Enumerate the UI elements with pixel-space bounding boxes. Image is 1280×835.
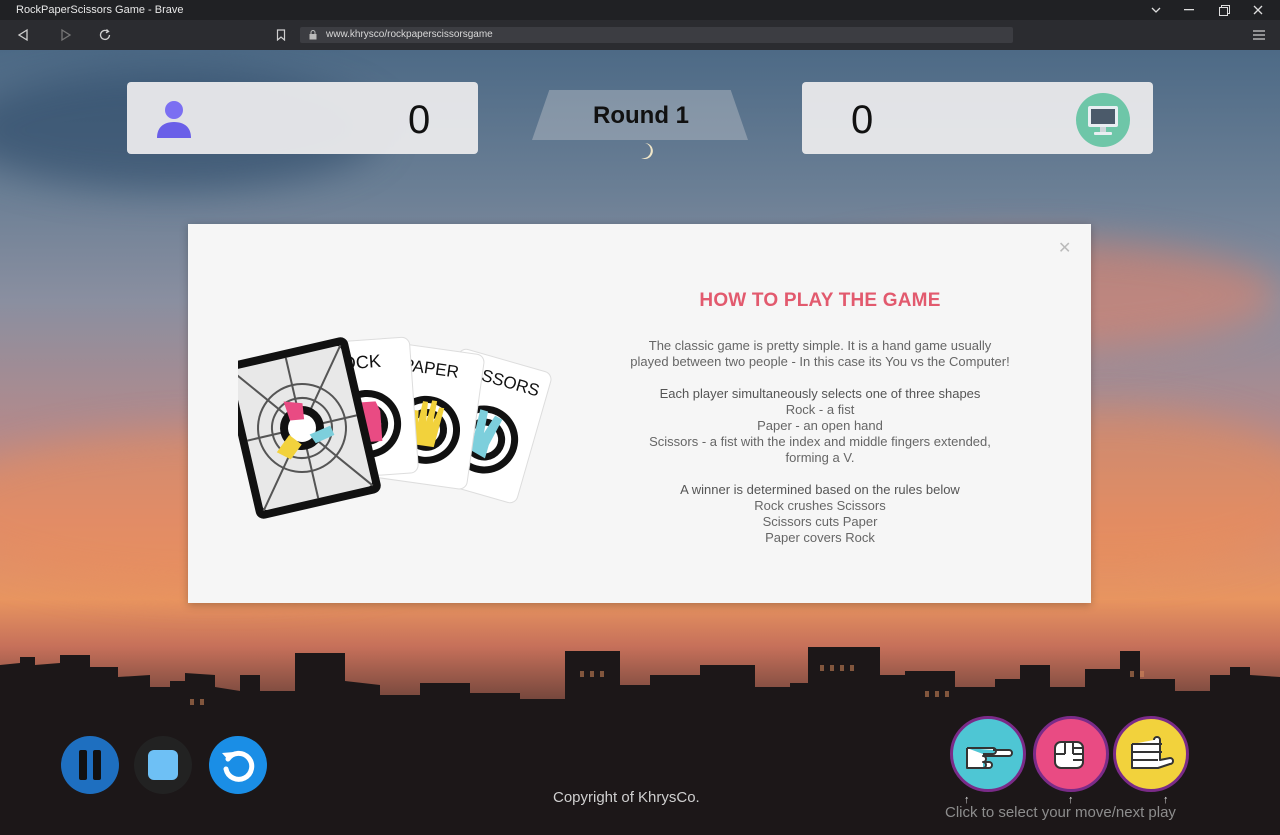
paper-move-button[interactable] xyxy=(1113,716,1189,792)
pause-button[interactable] xyxy=(61,736,119,794)
restart-icon xyxy=(222,750,255,782)
window-title: RockPaperScissors Game - Brave xyxy=(16,4,184,16)
rule-rock: Rock crushes Scissors xyxy=(754,498,886,513)
restart-button[interactable] xyxy=(209,736,267,794)
how-to-play-body: The classic game is pretty simple. It is… xyxy=(628,338,1012,546)
game-page: 0 Round 1 0 ✕ SSORS PAPER ROCK HOW TO PL… xyxy=(0,50,1280,835)
how-to-play-title: HOW TO PLAY THE GAME xyxy=(699,290,941,311)
menu-icon[interactable] xyxy=(1248,24,1270,46)
close-modal-icon[interactable]: ✕ xyxy=(1058,238,1071,258)
pause-icon xyxy=(79,750,101,780)
paper-hand-icon xyxy=(1131,736,1174,769)
computer-score: 0 xyxy=(851,98,874,142)
move-hint: Click to select your move/next play xyxy=(945,804,1176,821)
reload-icon[interactable] xyxy=(94,24,116,46)
restore-icon[interactable] xyxy=(1207,0,1241,20)
rps-cards-illustration: SSORS PAPER ROCK xyxy=(238,336,552,519)
url-text: www.khrysco/rockpaperscissorsgame xyxy=(326,29,493,40)
bookmark-icon[interactable] xyxy=(270,24,292,46)
shape-rock: Rock - a fist xyxy=(785,402,855,417)
window-titlebar: RockPaperScissors Game - Brave xyxy=(0,0,1280,20)
shape-paper: Paper - an open hand xyxy=(757,418,883,433)
minimize-icon[interactable] xyxy=(1172,0,1206,20)
shapes-heading: Each player simultaneously selects one o… xyxy=(659,386,981,401)
lock-icon xyxy=(309,30,317,40)
rules-heading: A winner is determined based on the rule… xyxy=(680,482,960,497)
scissors-hand-icon xyxy=(966,747,1013,769)
crescent-moon-icon xyxy=(641,143,653,159)
rock-move-button[interactable] xyxy=(1033,716,1109,792)
scissors-move-button[interactable] xyxy=(950,716,1026,792)
rock-fist-icon xyxy=(1054,741,1084,769)
computer-avatar-icon xyxy=(1076,93,1130,147)
computer-scorebox: 0 xyxy=(802,82,1153,154)
copyright-text: Copyright of KhrysCo. xyxy=(553,789,700,806)
browser-toolbar: www.khrysco/rockpaperscissorsgame xyxy=(0,20,1280,50)
forward-icon[interactable] xyxy=(55,24,77,46)
stop-button[interactable] xyxy=(134,736,192,794)
stop-icon xyxy=(148,750,178,780)
address-bar[interactable]: www.khrysco/rockpaperscissorsgame xyxy=(300,27,1013,43)
player-score: 0 xyxy=(408,98,431,142)
rule-scissors: Scissors cuts Paper xyxy=(762,514,878,529)
close-window-icon[interactable] xyxy=(1241,0,1275,20)
user-avatar-icon xyxy=(157,101,191,138)
round-label: Round 1 xyxy=(593,102,689,129)
player-scorebox: 0 xyxy=(127,82,478,154)
back-icon[interactable] xyxy=(12,24,34,46)
shape-scissors: Scissors - a fist with the index and mid… xyxy=(649,434,991,465)
intro-text: The classic game is pretty simple. It is… xyxy=(630,338,1010,369)
chevron-down-icon[interactable] xyxy=(1139,0,1173,20)
how-to-play-modal: ✕ SSORS PAPER ROCK HOW TO PLAY THE GAME … xyxy=(188,224,1091,603)
rule-paper: Paper covers Rock xyxy=(765,530,875,545)
